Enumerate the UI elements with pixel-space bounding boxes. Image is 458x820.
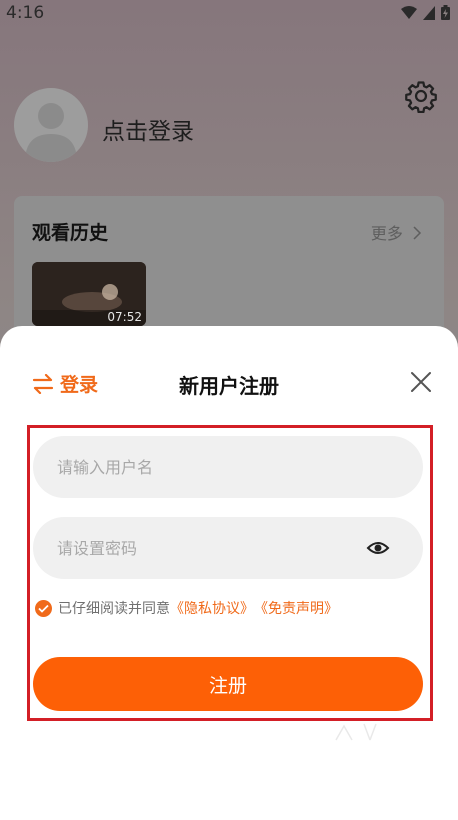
watermark-icon [335, 723, 377, 741]
register-button[interactable]: 注册 [33, 657, 423, 711]
history-title: 观看历史 [32, 222, 109, 244]
history-more-link[interactable]: 更多 [371, 220, 422, 244]
password-input[interactable] [33, 517, 423, 579]
battery-icon [441, 5, 450, 20]
privacy-policy-link[interactable]: 《隐私协议》 [170, 598, 254, 618]
disclaimer-link[interactable]: 《免责声明》 [254, 598, 338, 618]
signal-icon [423, 5, 435, 20]
close-icon[interactable] [408, 369, 434, 395]
eye-icon[interactable] [366, 537, 390, 559]
avatar[interactable] [14, 88, 88, 162]
status-time: 4:16 [6, 3, 45, 23]
agreement-row: 已仔细阅读并同意 《隐私协议》 《免责声明》 [35, 598, 338, 618]
history-more-label: 更多 [370, 224, 403, 243]
settings-gear-icon[interactable] [404, 79, 438, 113]
video-duration: 07:52 [107, 310, 142, 324]
checkmark-icon [38, 604, 49, 613]
agreement-text: 已仔细阅读并同意 [58, 601, 170, 617]
user-avatar-icon [25, 103, 77, 162]
sheet-title: 新用户注册 [179, 374, 279, 398]
agreement-checkbox[interactable] [35, 599, 52, 617]
register-sheet: 登录 新用户注册 已仔细阅读并同意 《隐私协议》 《免责声明》 注册 [0, 326, 458, 820]
chevron-right-icon [413, 226, 422, 240]
wifi-icon [401, 5, 417, 19]
login-prompt[interactable]: 点击登录 [102, 112, 194, 146]
status-icons [401, 5, 450, 20]
username-input[interactable] [33, 436, 423, 498]
status-bar: 4:16 [0, 0, 458, 28]
history-video-thumbnail[interactable]: 07:52 [32, 262, 146, 326]
